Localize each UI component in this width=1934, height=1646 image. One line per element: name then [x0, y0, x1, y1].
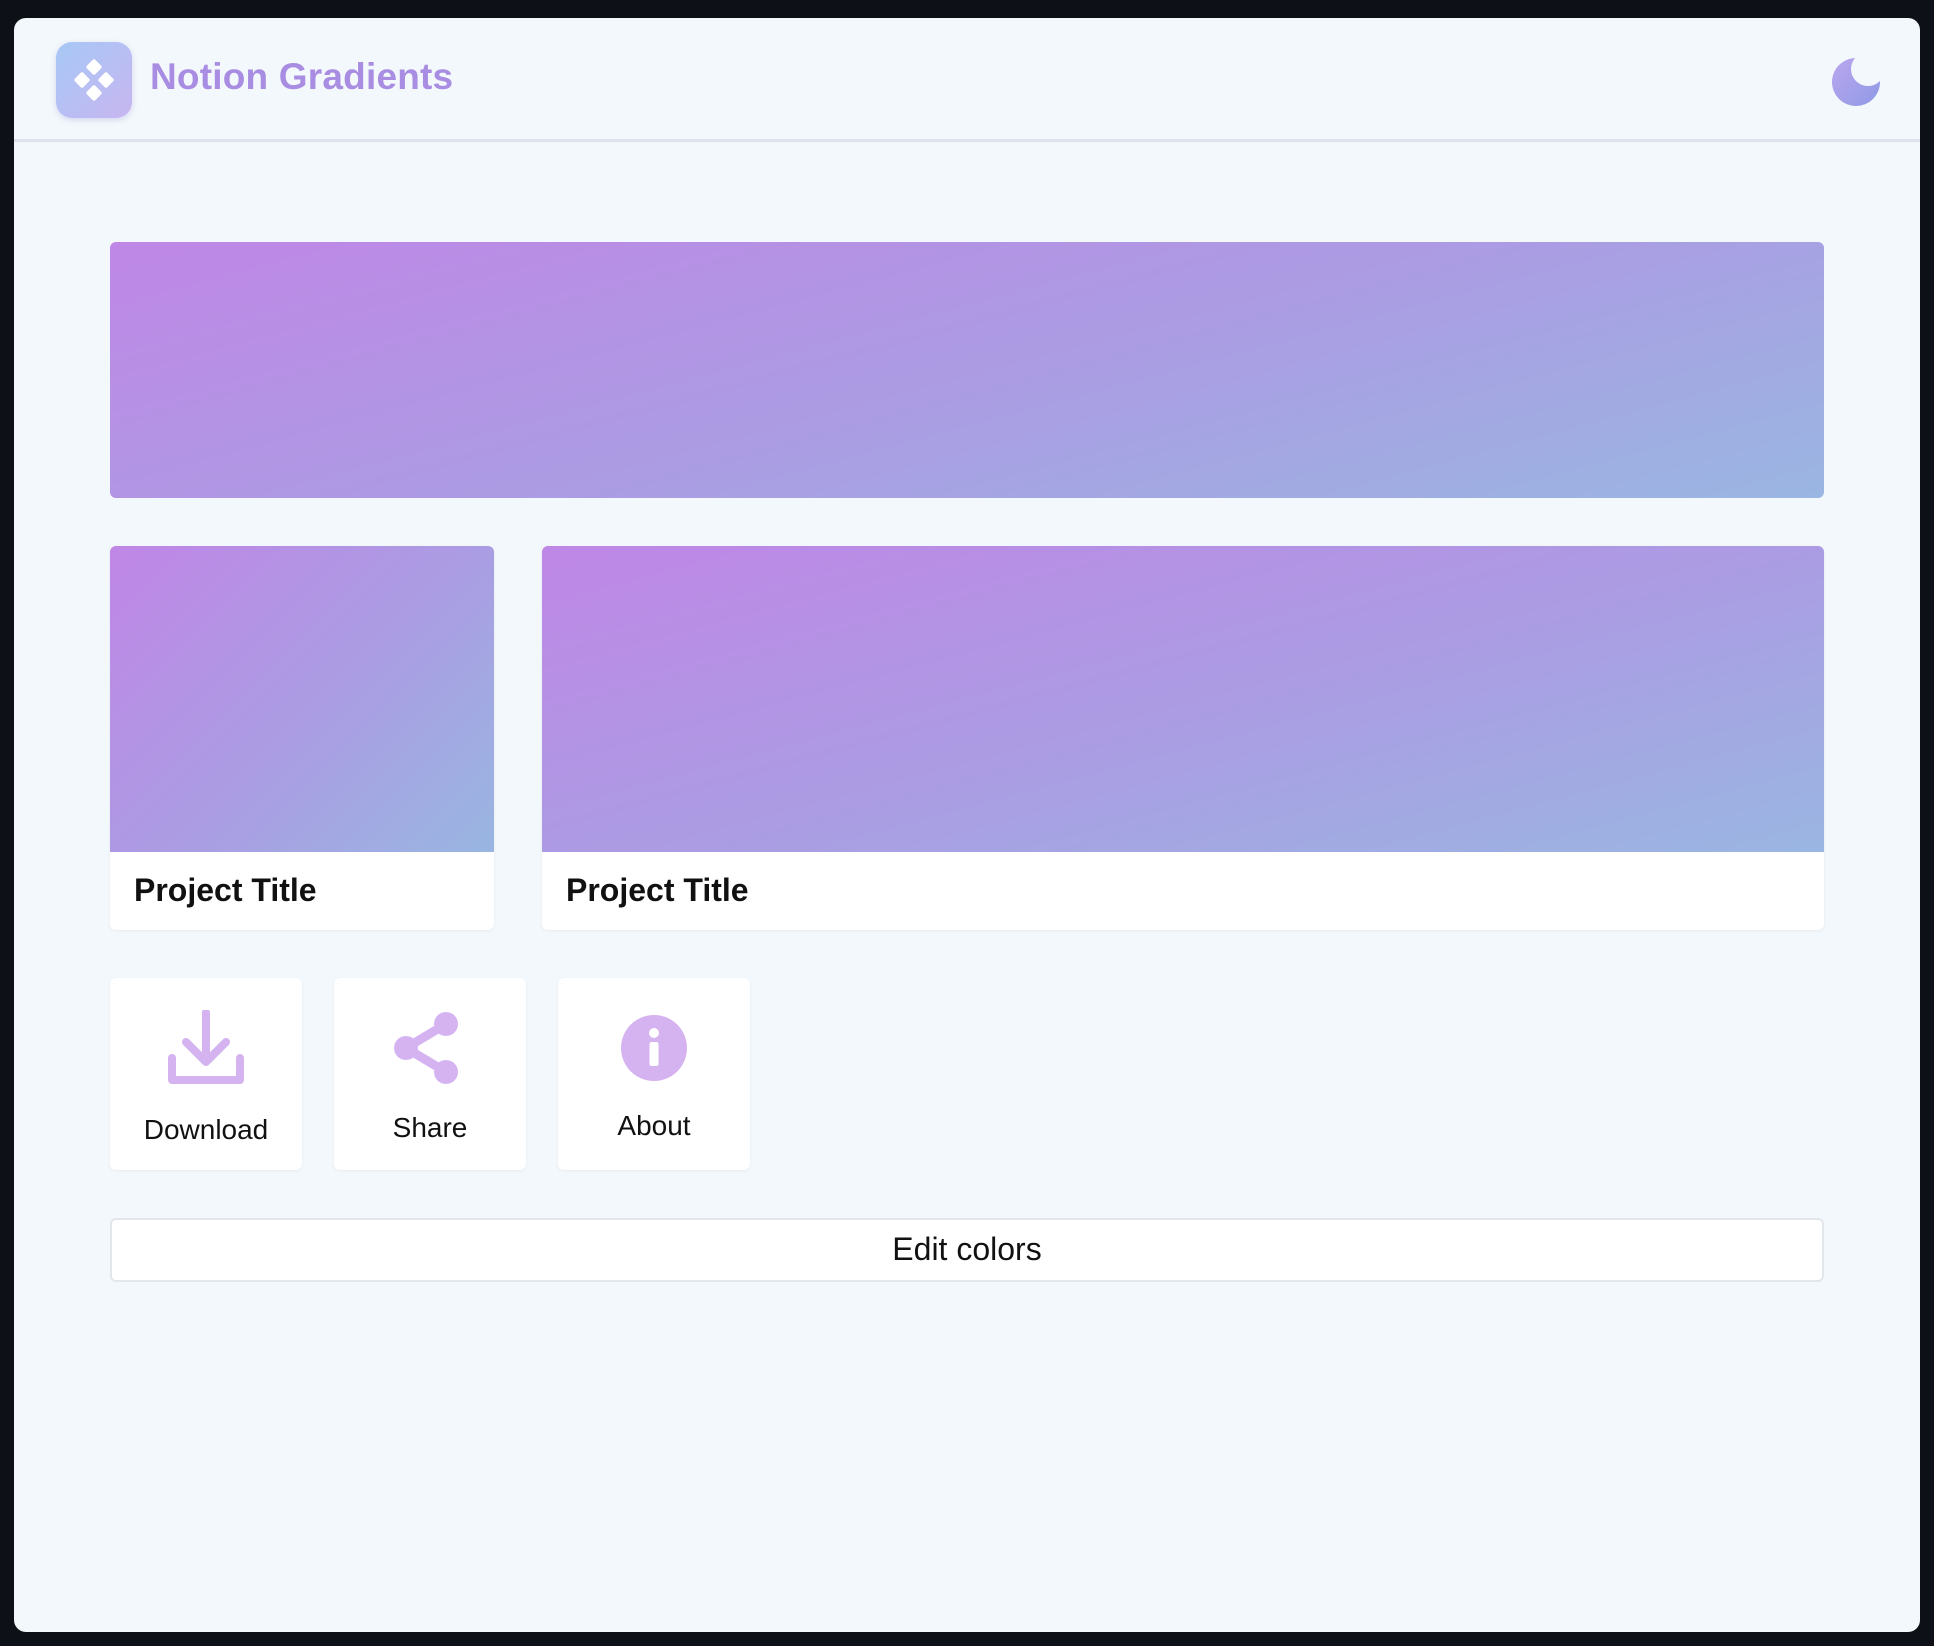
share-button[interactable]: Share: [334, 978, 526, 1170]
gradient-banner-preview: [110, 242, 1824, 498]
app-logo: [56, 42, 132, 118]
download-label: Download: [143, 1114, 269, 1145]
app-title: Notion Gradients: [150, 56, 454, 97]
card-title: Project Title: [134, 872, 317, 908]
diamond-grid-icon: [74, 59, 114, 101]
share-icon: [394, 1012, 458, 1084]
theme-toggle-button[interactable]: [1830, 54, 1884, 108]
app-window: Notion Gradients Project Title Project T…: [14, 18, 1920, 1632]
download-icon: [168, 1010, 244, 1084]
card-cover-gradient: [110, 546, 494, 852]
project-card-large[interactable]: Project Title: [542, 546, 1824, 930]
share-label: Share: [392, 1112, 468, 1143]
moon-icon: [1832, 58, 1880, 106]
about-label: About: [617, 1110, 691, 1141]
card-cover-gradient: [542, 546, 1824, 852]
header-bar: Notion Gradients: [14, 18, 1920, 142]
info-icon: [621, 1015, 687, 1081]
download-button[interactable]: Download: [110, 978, 302, 1170]
project-card-small[interactable]: Project Title: [110, 546, 494, 930]
about-button[interactable]: About: [558, 978, 750, 1170]
card-title: Project Title: [566, 872, 749, 908]
edit-colors-button[interactable]: Edit colors: [110, 1218, 1824, 1282]
